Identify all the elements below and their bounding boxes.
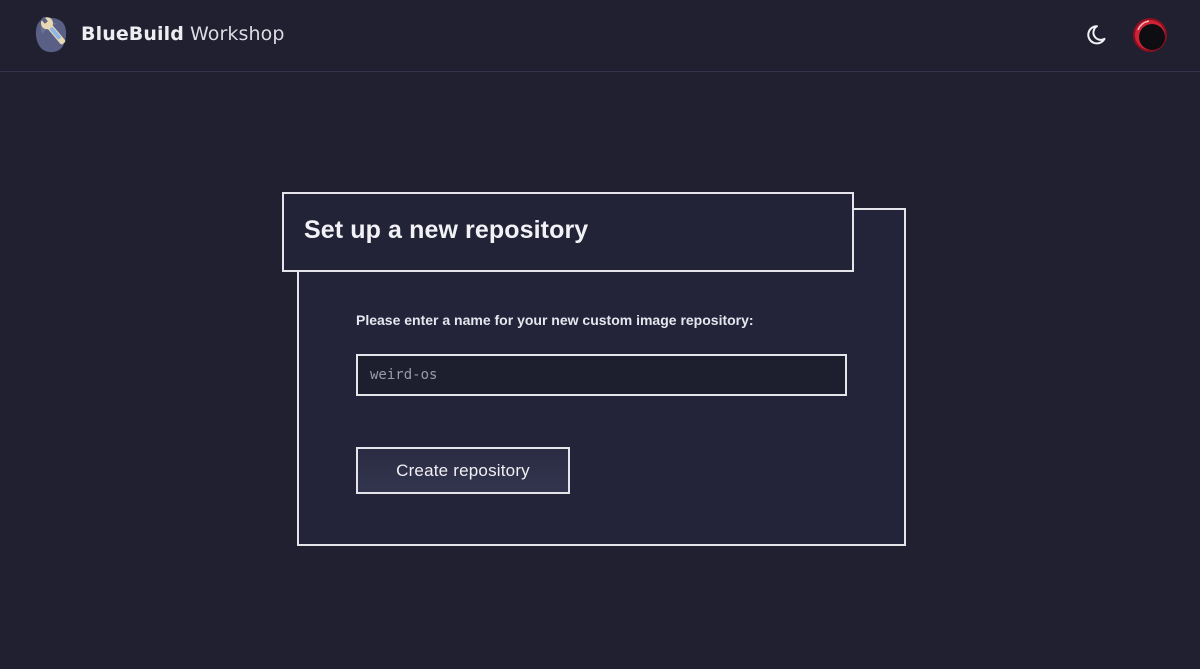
bluebuild-logo-icon [35, 16, 67, 53]
setup-card-header: Set up a new repository [282, 192, 854, 272]
brand-name: BlueBuild [81, 23, 184, 45]
repository-name-input[interactable] [356, 354, 847, 396]
create-repository-button[interactable]: Create repository [356, 447, 570, 494]
brand-title: BlueBuild Workshop [81, 23, 285, 45]
page-title: Set up a new repository [304, 216, 589, 244]
brand-home-link[interactable]: BlueBuild Workshop [30, 13, 285, 55]
theme-toggle-button[interactable] [1085, 21, 1113, 49]
user-avatar-button[interactable] [1131, 16, 1169, 54]
avatar [1133, 18, 1167, 52]
repository-name-label: Please enter a name for your new custom … [356, 312, 754, 328]
top-bar: BlueBuild Workshop [0, 0, 1200, 72]
brand-suffix: Workshop [189, 23, 285, 45]
moon-icon [1087, 25, 1106, 45]
